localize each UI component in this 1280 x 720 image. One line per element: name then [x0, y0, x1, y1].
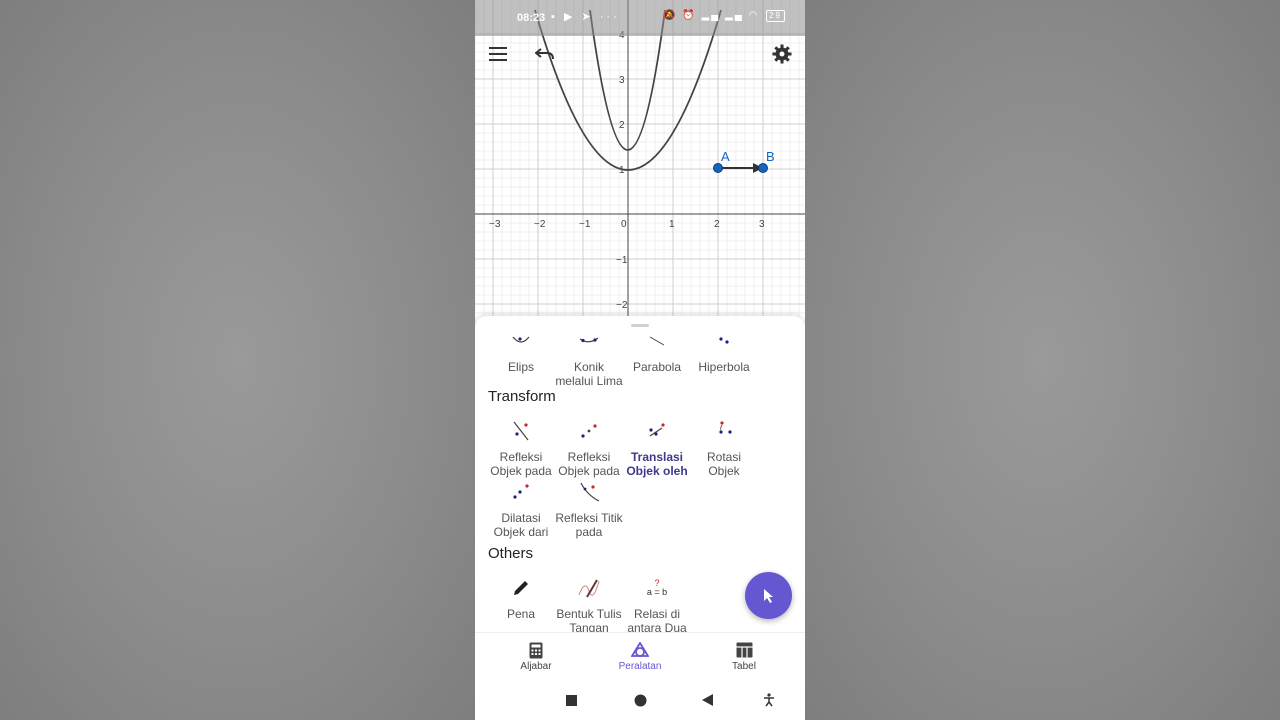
calculator-icon [529, 642, 543, 658]
section-title-transform: Transform [488, 388, 556, 405]
undo-icon [535, 48, 554, 60]
square-icon [565, 694, 577, 706]
background-left [0, 0, 475, 720]
reflect-circle-icon [580, 482, 600, 502]
y-tick-label: 3 [619, 75, 625, 86]
recents-button[interactable] [563, 692, 579, 708]
tool-hyperbola[interactable]: Hiperbola [690, 330, 758, 388]
tool-label: Refleksi Titik pada [555, 511, 623, 539]
accessibility-icon [764, 693, 774, 707]
circle-icon [634, 694, 646, 706]
reflect-line-icon [513, 421, 529, 441]
tool-parabola[interactable]: Parabola [623, 330, 691, 388]
menu-icon [489, 47, 507, 61]
tool-rotate-point[interactable]: Rotasi Objek mengitari [690, 420, 758, 478]
x-tick-label: −2 [534, 219, 546, 230]
tool-label: Dilatasi Objek dari [493, 511, 549, 539]
tool-label: Rotasi Objek mengitari [706, 450, 741, 478]
back-button[interactable] [699, 692, 715, 708]
tool-conic-five-points[interactable]: Konik melalui Lima [555, 330, 623, 388]
gear-icon [772, 44, 792, 64]
nav-tools[interactable]: Peralatan [600, 641, 680, 672]
relation-icon-text: a = b [646, 587, 668, 597]
y-tick-label: 1 [619, 165, 625, 176]
tool-ellipse[interactable]: Elips [487, 330, 555, 388]
dilate-point-icon [513, 484, 529, 499]
tool-pen[interactable]: Pena [487, 577, 555, 632]
y-tick-label: −2 [616, 300, 628, 311]
point-a-label: A [721, 149, 730, 164]
nav-label: Aljabar [520, 661, 552, 672]
nav-table[interactable]: Tabel [704, 641, 784, 672]
tool-translate-vector[interactable]: Translasi Objek oleh [623, 420, 691, 478]
system-status-icons: 🔕 ⏰ ▂▄ ▂▄ ◠ 29 [663, 10, 785, 22]
pen-icon [514, 581, 528, 595]
tool-label: Elips [507, 360, 534, 374]
shapes-icon [631, 642, 649, 657]
x-tick-label: 1 [669, 219, 675, 230]
tool-reflect-line[interactable]: Refleksi Objek pada [487, 420, 555, 478]
tool-reflect-point[interactable]: Refleksi Objek pada [555, 420, 623, 478]
bottom-navigation: Aljabar Peralatan Tabel [475, 632, 805, 681]
tool-label: Konik melalui Lima [555, 360, 623, 388]
tool-label: Pena [506, 607, 536, 621]
settings-button[interactable] [766, 38, 798, 70]
system-navigation-bar [475, 680, 805, 720]
status-time: 08:23 [517, 12, 546, 24]
graphics-view[interactable]: −3−2−10123 4321−1−2 A B 08:23 ▪ ▶ ➤ ··· … [475, 0, 805, 330]
relation-icon: ? a = b [623, 577, 691, 599]
freehand-shape-icon [578, 579, 600, 598]
point-a[interactable] [713, 163, 723, 173]
tool-reflect-circle[interactable]: Refleksi Titik pada [555, 481, 623, 539]
battery-icon: 29 [766, 10, 785, 22]
tool-dilate-point[interactable]: Dilatasi Objek dari [487, 481, 555, 539]
tool-label: Parabola [632, 360, 682, 374]
parabola-tool-icon [649, 336, 665, 346]
tool-relation[interactable]: ? a = b Relasi di antara Dua [623, 577, 691, 633]
table-icon [736, 642, 752, 658]
nav-label: Tabel [732, 661, 756, 672]
phone-screen: −3−2−10123 4321−1−2 A B 08:23 ▪ ▶ ➤ ··· … [475, 0, 805, 720]
reflect-point-icon [581, 424, 597, 438]
tool-label: Translasi Objek oleh [626, 450, 688, 478]
y-tick-label: −1 [616, 255, 628, 266]
point-b-label: B [766, 149, 775, 164]
move-mode-fab[interactable] [745, 572, 792, 619]
hyperbola-tool-icon [719, 337, 729, 344]
x-tick-label: 2 [714, 219, 720, 230]
ellipse-tool-icon [512, 336, 530, 343]
tool-freehand-shape[interactable]: Bentuk Tulis Tangan [555, 577, 623, 632]
section-title-others: Others [488, 545, 534, 562]
accessibility-button[interactable] [761, 692, 777, 708]
triangle-back-icon [701, 694, 713, 706]
x-tick-label: −3 [489, 219, 501, 230]
x-tick-label: 0 [621, 219, 627, 230]
status-icons-right: 🔕 ⏰ ▂▄ ▂▄ ◠ [663, 10, 760, 21]
status-bar: 08:23 ▪ ▶ ➤ ··· 🔕 ⏰ ▂▄ ▂▄ ◠ 29 [475, 0, 805, 36]
x-tick-label: −1 [579, 219, 591, 230]
menu-button[interactable] [482, 38, 514, 70]
sheet-drag-handle[interactable] [631, 324, 649, 327]
tool-label: Bentuk Tulis Tangan [556, 607, 622, 632]
tool-label: Refleksi Objek pada [558, 450, 620, 478]
notification-icons: ▪ ▶ ➤ ··· [551, 11, 620, 23]
background-right [805, 0, 1280, 720]
graph-canvas[interactable]: −3−2−10123 4321−1−2 A B [475, 0, 805, 330]
translate-vector-icon [649, 423, 665, 437]
tool-label: Relasi di antara Dua [627, 607, 687, 632]
y-tick-label: 2 [619, 120, 625, 131]
rotate-point-icon [719, 421, 732, 434]
nav-algebra[interactable]: Aljabar [496, 641, 576, 672]
nav-label: Peralatan [618, 661, 662, 672]
home-button[interactable] [632, 692, 648, 708]
tool-label: Refleksi Objek pada [490, 450, 552, 478]
point-b[interactable] [758, 163, 768, 173]
tool-label: Hiperbola [698, 360, 750, 374]
x-tick-label: 3 [759, 219, 765, 230]
conic-tool-icon [579, 337, 599, 343]
cursor-icon [763, 588, 773, 603]
undo-button[interactable] [529, 38, 561, 70]
